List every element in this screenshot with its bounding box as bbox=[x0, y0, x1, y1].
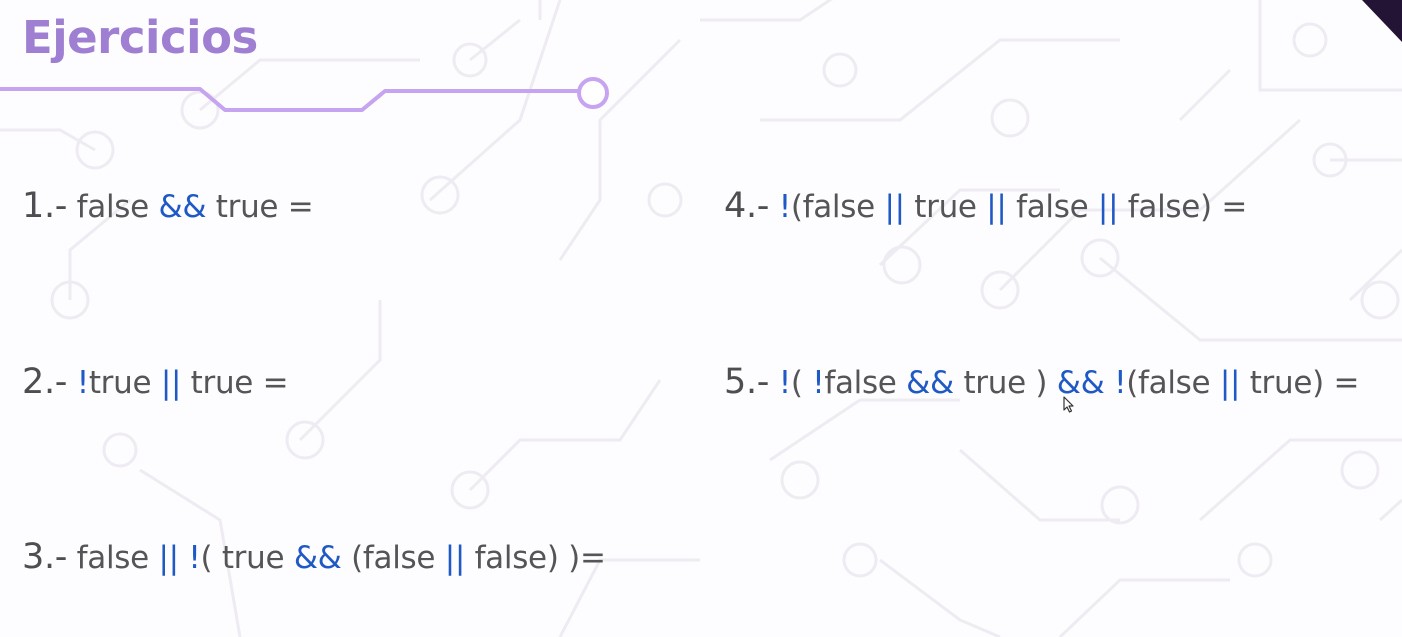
exercise-number: 5.- bbox=[724, 362, 770, 402]
operator-token: ! bbox=[1114, 365, 1127, 401]
page-title: Ejercicios bbox=[22, 11, 258, 64]
operator-token: ! bbox=[188, 540, 201, 576]
operator-token: || bbox=[986, 189, 1007, 225]
exercise-expression: false || !( true && (false || false) )= bbox=[67, 540, 606, 576]
operand-token: false bbox=[824, 365, 907, 401]
exercise-5: 5.- !( !false && true ) && !(false || tr… bbox=[724, 362, 1359, 403]
exercise-expression: !true || true = bbox=[67, 365, 289, 401]
operand-token: true = bbox=[206, 189, 314, 225]
exercise-number: 2.- bbox=[22, 362, 68, 402]
operator-token: && bbox=[293, 540, 342, 576]
operator-token: || bbox=[1097, 189, 1119, 225]
operand-token: true) = bbox=[1240, 365, 1360, 401]
operand-token: (false bbox=[790, 189, 885, 225]
exercise-1: 1.- false && true = bbox=[22, 186, 314, 227]
operand-token: true bbox=[88, 365, 161, 401]
operator-token: && bbox=[906, 365, 954, 401]
operand-token bbox=[67, 365, 77, 401]
operand-token: true bbox=[904, 189, 987, 225]
operand-token: true = bbox=[181, 365, 289, 401]
operand-token: (false bbox=[341, 540, 445, 576]
exercise-number: 1.- bbox=[22, 186, 68, 226]
exercise-expression: !(false || true || false || false) = bbox=[769, 189, 1248, 225]
operator-token: ! bbox=[778, 365, 791, 401]
operator-token: ! bbox=[812, 365, 825, 401]
operand-token: ( bbox=[790, 365, 813, 401]
operand-token bbox=[769, 365, 779, 401]
exercise-number: 3.- bbox=[22, 537, 68, 577]
operand-token: true ) bbox=[953, 365, 1057, 401]
operand-token: false bbox=[67, 189, 159, 225]
operand-token: false bbox=[1006, 189, 1098, 225]
title-accent-line bbox=[0, 77, 609, 112]
operator-token: || bbox=[444, 540, 466, 576]
operator-token: && bbox=[158, 189, 207, 225]
operator-token: || bbox=[884, 189, 905, 225]
operand-token: false) )= bbox=[465, 540, 606, 576]
operator-token: ! bbox=[778, 189, 791, 225]
operator-token: || bbox=[1219, 365, 1241, 401]
operand-token bbox=[769, 189, 779, 225]
exercise-4: 4.- !(false || true || false || false) = bbox=[724, 186, 1247, 227]
operand-token: false bbox=[67, 540, 159, 576]
exercise-number: 4.- bbox=[724, 186, 770, 226]
operand-token: ( true bbox=[200, 540, 294, 576]
operand-token bbox=[1105, 365, 1115, 401]
mouse-pointer-icon bbox=[1063, 396, 1074, 413]
corner-decoration bbox=[1362, 0, 1402, 42]
operand-token: (false bbox=[1126, 365, 1220, 401]
exercise-expression: false && true = bbox=[67, 189, 314, 225]
operand-token: false) = bbox=[1118, 189, 1248, 225]
operator-token: ! bbox=[76, 365, 89, 401]
operand-token bbox=[179, 540, 189, 576]
operator-token: || bbox=[158, 540, 179, 576]
exercise-2: 2.- !true || true = bbox=[22, 362, 289, 403]
operator-token: || bbox=[160, 365, 182, 401]
exercise-3: 3.- false || !( true && (false || false)… bbox=[22, 537, 606, 578]
